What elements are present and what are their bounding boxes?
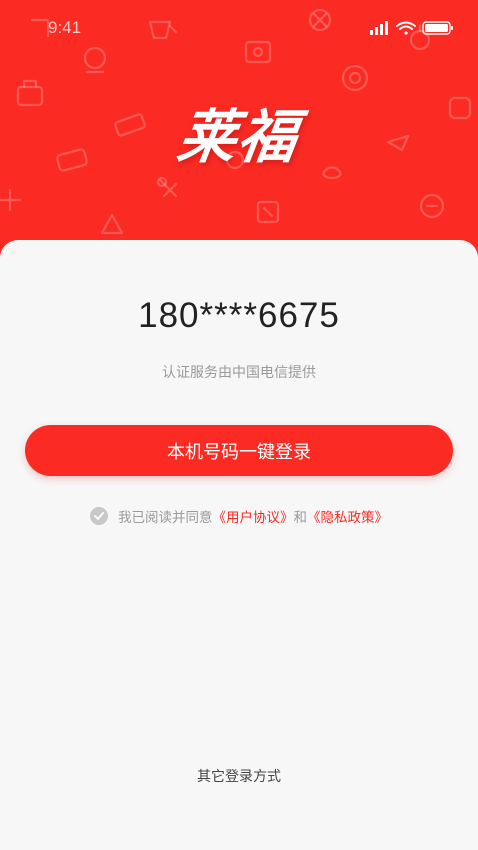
user-agreement-link[interactable]: 《用户协议》 bbox=[213, 506, 294, 526]
signal-icon bbox=[370, 21, 388, 35]
agreement-row: 我已阅读并同意 《用户协议》 和 《隐私政策》 bbox=[0, 506, 478, 526]
provider-note: 认证服务由中国电信提供 bbox=[162, 365, 316, 381]
masked-phone-number: 180****6675 bbox=[138, 296, 340, 335]
status-time: 9:41 bbox=[48, 18, 82, 37]
other-login-methods-link[interactable]: 其它登录方式 bbox=[0, 766, 478, 786]
battery-icon bbox=[422, 21, 453, 35]
privacy-policy-link[interactable]: 《隐私政策》 bbox=[307, 506, 388, 526]
checkbox-icon[interactable] bbox=[90, 507, 108, 525]
agreement-and: 和 bbox=[293, 510, 308, 526]
brand-logo: 莱福 bbox=[173, 103, 304, 171]
status-icons bbox=[370, 20, 456, 40]
agreement-prefix: 我已阅读并同意 bbox=[118, 510, 213, 526]
one-click-login-button[interactable]: 本机号码一键登录 bbox=[25, 425, 453, 476]
status-bar: 9:41 bbox=[0, 0, 478, 60]
login-card: 180****6675 认证服务由中国电信提供 本机号码一键登录 我已阅读并同意… bbox=[0, 240, 478, 850]
wifi-icon bbox=[396, 21, 416, 35]
